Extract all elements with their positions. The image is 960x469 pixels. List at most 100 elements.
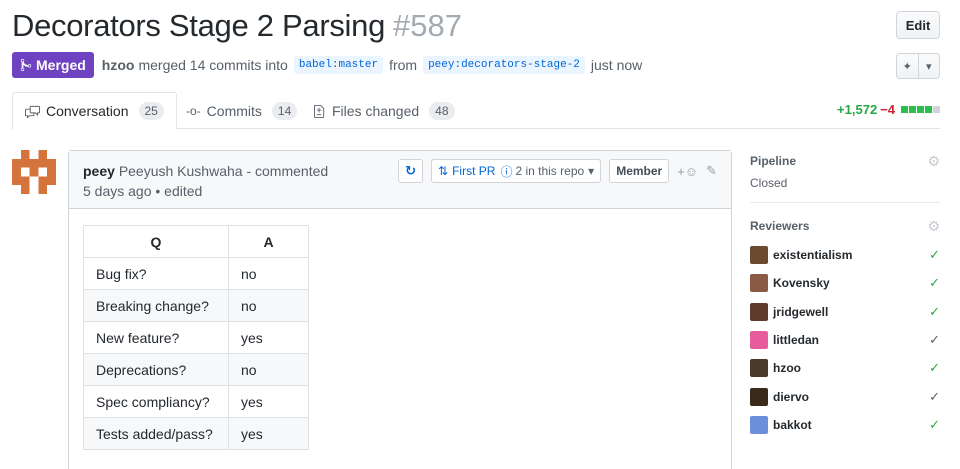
tab-files-count: 48 — [429, 101, 455, 120]
table-row: Spec compliancy? yes — [83, 385, 309, 418]
sync-icon: ↻ — [405, 163, 417, 178]
table-cell-question: New feature? — [83, 321, 229, 354]
head-branch[interactable]: peey:decorators-stage-2 — [423, 56, 585, 74]
pr-title-row: Decorators Stage 2 Parsing #587 — [12, 8, 462, 44]
merged-state-badge: Merged — [12, 52, 94, 78]
avatar[interactable] — [750, 415, 768, 434]
tab-conversation-count: 25 — [138, 102, 164, 120]
reviewer-name[interactable]: jridgewell — [773, 305, 929, 319]
split-dropdown-button[interactable]: ✦ ▾ — [896, 53, 940, 79]
reviewer-name[interactable]: littledan — [773, 333, 929, 347]
avatar[interactable] — [750, 246, 768, 265]
table-cell-answer: yes — [228, 417, 309, 450]
table-row: Breaking change? no — [83, 289, 309, 322]
check-icon: ✓ — [929, 388, 940, 404]
file-diff-icon — [314, 104, 325, 118]
table-cell-answer: yes — [228, 385, 309, 418]
table-header-row: Q A — [83, 225, 309, 258]
merger-link[interactable]: hzoo — [102, 57, 135, 73]
commit-icon: -o- — [186, 103, 201, 118]
pr-meta: Merged hzoo merged 14 commits into babel… — [12, 52, 642, 78]
tab-commits-count: 14 — [271, 101, 298, 120]
additions-count: +1,572 — [837, 102, 878, 117]
avatar[interactable] — [750, 274, 768, 293]
reviewer-name[interactable]: hzoo — [773, 361, 929, 375]
reviewer-name[interactable]: bakkot — [773, 418, 929, 432]
comment-actions: ↻ ⇅ First PR ⓘ 2 in this repo ▾ Member +… — [398, 159, 717, 183]
pipeline-label: Pipeline — [750, 154, 797, 168]
avatar[interactable] — [750, 387, 768, 406]
gear-icon[interactable]: ⚙ — [927, 153, 940, 170]
avatar[interactable] — [750, 302, 768, 321]
reviewer-item[interactable]: diervo ✓ — [750, 382, 940, 410]
table-header-a: A — [228, 225, 309, 258]
tab-commits-label: Commits — [206, 102, 262, 119]
base-branch[interactable]: babel:master — [293, 56, 384, 74]
reviewer-item[interactable]: jridgewell ✓ — [750, 298, 940, 326]
comment-author-line: peey Peeyush Kushwaha - commented — [83, 163, 328, 179]
avatar[interactable] — [750, 331, 768, 350]
diffstat: +1,572 −4 — [837, 102, 940, 117]
reviewers-heading[interactable]: Reviewers ⚙ — [750, 215, 940, 237]
gear-icon[interactable]: ⚙ — [927, 218, 940, 235]
table-cell-question: Bug fix? — [83, 257, 229, 290]
chevron-down-icon[interactable]: ▾ — [917, 54, 940, 78]
table-cell-question: Spec compliancy? — [83, 385, 229, 418]
pull-request-icon: ⇅ — [438, 164, 449, 178]
info-icon: ⓘ — [500, 164, 513, 179]
tab-conversation[interactable]: Conversation 25 — [12, 92, 177, 130]
pipeline-heading[interactable]: Pipeline ⚙ — [750, 150, 940, 172]
comment-author-name: Peeyush Kushwaha — [118, 163, 243, 179]
reviewer-name[interactable]: existentialism — [773, 248, 929, 262]
pr-number: #587 — [393, 8, 462, 43]
merge-icon — [20, 58, 32, 72]
avatar[interactable] — [750, 359, 768, 378]
check-icon: ✓ — [929, 360, 940, 376]
diffstat-blocks — [901, 106, 940, 113]
reviewer-item[interactable]: Kovensky ✓ — [750, 269, 940, 297]
reviewers-section: Reviewers ⚙ existentialism ✓ Kovensky ✓ jrid… — [750, 215, 940, 451]
reviewer-item[interactable]: hzoo ✓ — [750, 354, 940, 382]
sidebar: Pipeline ⚙ Closed Reviewers ⚙ existentia… — [750, 150, 940, 451]
first-pr-badge[interactable]: ⇅ First PR ⓘ 2 in this repo ▾ — [431, 159, 602, 183]
tab-files-changed[interactable]: Files changed 48 — [314, 92, 455, 129]
add-reaction-icon[interactable]: +☺ — [677, 164, 698, 179]
comment-action: - commented — [246, 163, 329, 179]
table-row: Deprecations? no — [83, 353, 309, 386]
repo-count: 2 in this repo — [515, 164, 585, 178]
pipeline-value: Closed — [750, 176, 788, 190]
sync-button[interactable]: ↻ — [398, 159, 424, 183]
table-row: Bug fix? no — [83, 257, 309, 290]
comment-box: peey Peeyush Kushwaha - commented 5 days… — [68, 150, 732, 469]
reviewer-item[interactable]: bakkot ✓ — [750, 411, 940, 439]
reviewer-item[interactable]: existentialism ✓ — [750, 241, 940, 269]
pencil-icon[interactable]: ✎ — [706, 163, 717, 179]
tab-commits[interactable]: -o- Commits 14 — [186, 92, 298, 129]
member-badge: Member — [609, 159, 670, 183]
table-cell-answer: no — [228, 257, 309, 290]
reviewer-name[interactable]: diervo — [773, 390, 929, 404]
table-cell-question: Deprecations? — [83, 353, 229, 386]
deletions-count: −4 — [880, 102, 895, 117]
qa-table: Q A Bug fix? no Breaking change? no New fe… — [83, 225, 309, 450]
reviewer-list: existentialism ✓ Kovensky ✓ jridgewell ✓ littl… — [750, 241, 940, 439]
check-icon: ✓ — [929, 303, 940, 319]
pipeline-section: Pipeline ⚙ Closed — [750, 150, 940, 202]
comment-time-line: 5 days ago • edited — [83, 183, 202, 199]
comment-author-login[interactable]: peey — [83, 163, 115, 179]
comment-time[interactable]: 5 days ago — [83, 183, 152, 199]
check-icon: ✓ — [929, 332, 940, 348]
pin-icon[interactable]: ✦ — [897, 54, 918, 78]
reviewer-item[interactable]: littledan ✓ — [750, 326, 940, 354]
avatar[interactable] — [12, 150, 56, 194]
merged-label: Merged — [36, 57, 86, 73]
table-row: Tests added/pass? yes — [83, 417, 309, 450]
merge-time: just now — [590, 57, 643, 73]
comment-edited[interactable]: • edited — [155, 183, 202, 199]
pr-title: Decorators Stage 2 Parsing — [12, 8, 386, 43]
reviewer-name[interactable]: Kovensky — [773, 276, 929, 290]
check-icon: ✓ — [929, 247, 940, 263]
edit-button[interactable]: Edit — [896, 11, 940, 39]
reviewers-label: Reviewers — [750, 219, 810, 233]
table-row: New feature? yes — [83, 321, 309, 354]
